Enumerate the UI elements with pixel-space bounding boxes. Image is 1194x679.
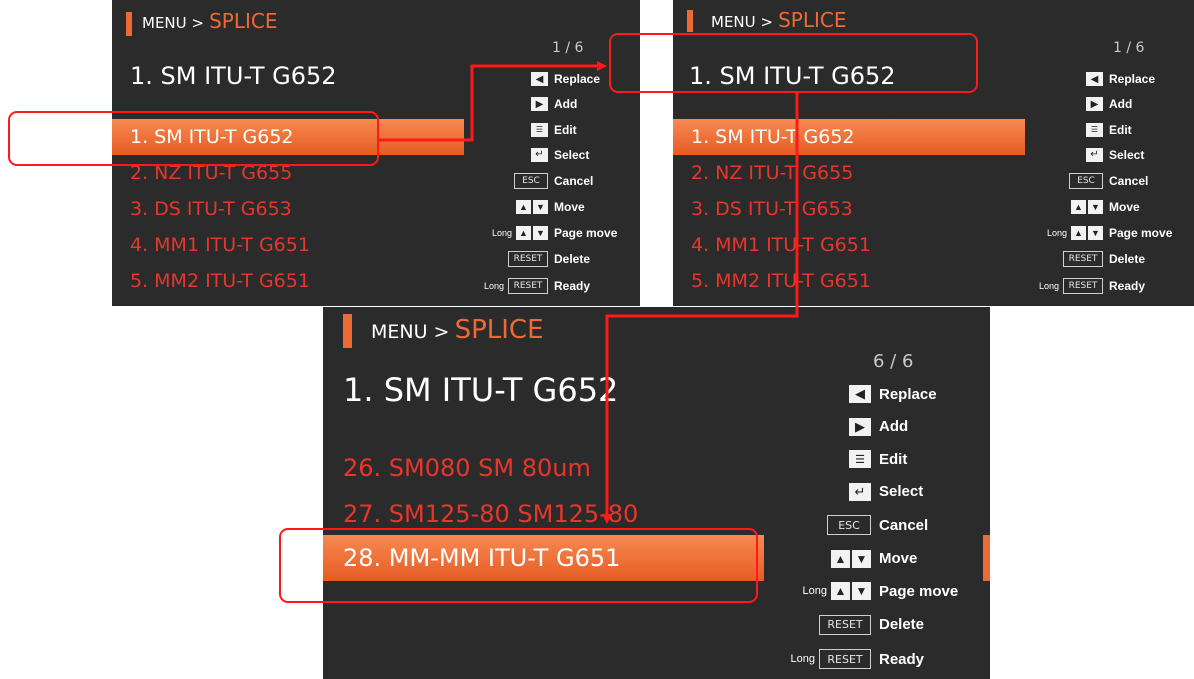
arrow-to-title [379,61,607,142]
arrow-to-last-item [602,93,799,524]
flow-arrows [379,61,799,524]
